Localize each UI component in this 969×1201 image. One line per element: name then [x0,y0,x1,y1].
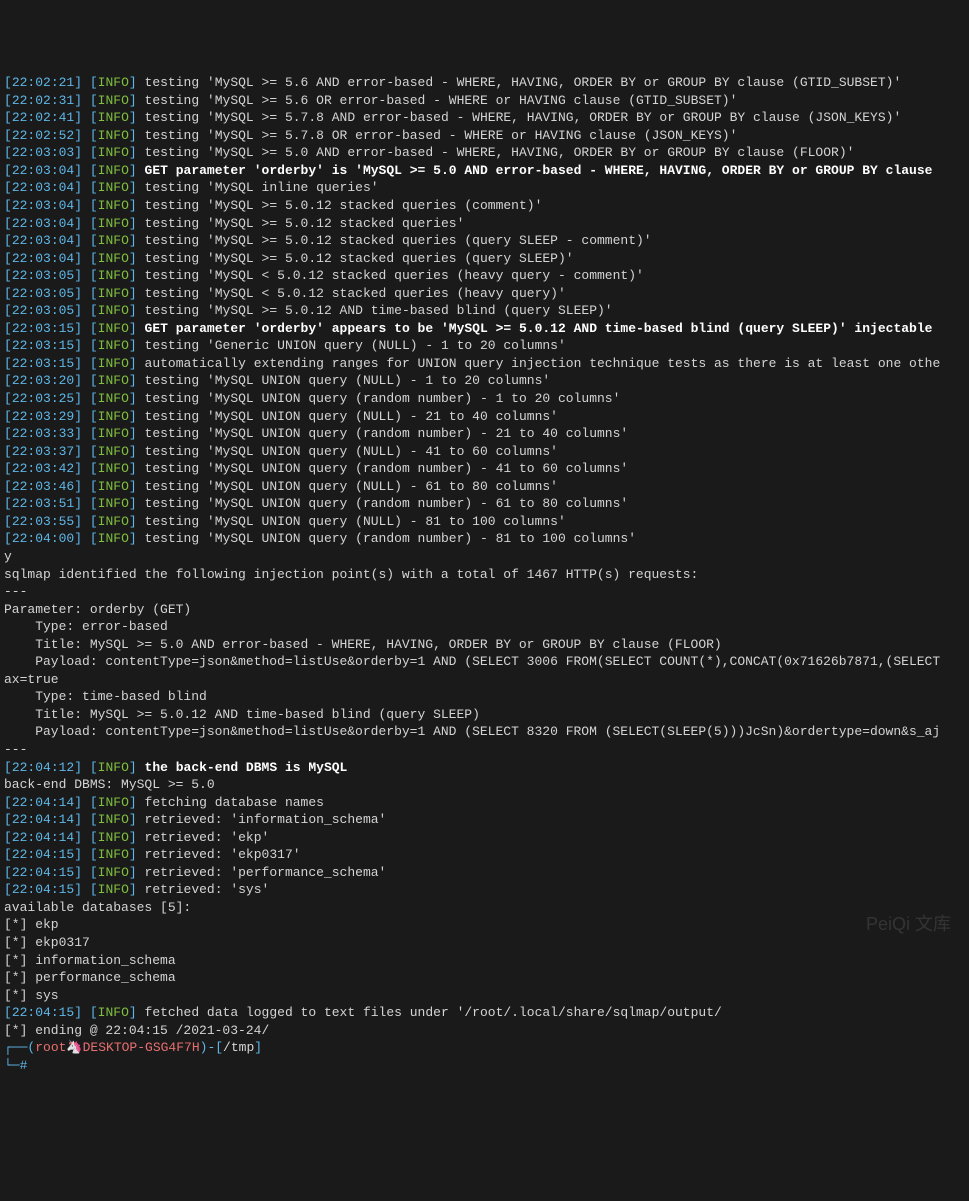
log-line: [22:03:42] [INFO] testing 'MySQL UNION q… [4,460,965,478]
log-line: [22:02:31] [INFO] testing 'MySQL >= 5.6 … [4,92,965,110]
shell-prompt-line2[interactable]: └─# [4,1057,965,1075]
log-line: [22:02:41] [INFO] testing 'MySQL >= 5.7.… [4,109,965,127]
output-line: Title: MySQL >= 5.0.12 AND time-based bl… [4,706,965,724]
output-line: back-end DBMS: MySQL >= 5.0 [4,776,965,794]
log-line: [22:03:51] [INFO] testing 'MySQL UNION q… [4,495,965,513]
log-line: [22:03:04] [INFO] testing 'MySQL >= 5.0.… [4,197,965,215]
log-line: [22:03:55] [INFO] testing 'MySQL UNION q… [4,513,965,531]
output-line: Type: error-based [4,618,965,636]
log-line: [22:03:04] [INFO] GET parameter 'orderby… [4,162,965,180]
shell-prompt[interactable]: ┌──(root🦄DESKTOP-GSG4F7H)-[/tmp] [4,1039,965,1057]
output-line: y [4,548,965,566]
db-list-item: [*] sys [4,987,965,1005]
output-line: Payload: contentType=json&method=listUse… [4,653,965,671]
output-line: --- [4,583,965,601]
log-line: [22:03:20] [INFO] testing 'MySQL UNION q… [4,372,965,390]
output-line: ax=true [4,671,965,689]
output-line: sqlmap identified the following injectio… [4,566,965,584]
log-line: [22:04:14] [INFO] retrieved: 'ekp' [4,829,965,847]
log-line: [22:04:15] [INFO] retrieved: 'performanc… [4,864,965,882]
db-list-item: [*] ekp0317 [4,934,965,952]
log-line: [22:04:15] [INFO] retrieved: 'sys' [4,881,965,899]
output-line: Type: time-based blind [4,688,965,706]
log-line: [22:03:46] [INFO] testing 'MySQL UNION q… [4,478,965,496]
ending-line: [*] ending @ 22:04:15 /2021-03-24/ [4,1022,965,1040]
output-line: --- [4,741,965,759]
log-line: [22:03:04] [INFO] testing 'MySQL inline … [4,179,965,197]
db-list-item: [*] performance_schema [4,969,965,987]
log-line: [22:04:14] [INFO] fetching database name… [4,794,965,812]
log-line: [22:02:52] [INFO] testing 'MySQL >= 5.7.… [4,127,965,145]
log-line: [22:03:05] [INFO] testing 'MySQL < 5.0.1… [4,285,965,303]
output-line: Payload: contentType=json&method=listUse… [4,723,965,741]
log-line: [22:03:03] [INFO] testing 'MySQL >= 5.0 … [4,144,965,162]
log-line: [22:03:15] [INFO] GET parameter 'orderby… [4,320,965,338]
log-line: [22:04:14] [INFO] retrieved: 'informatio… [4,811,965,829]
log-line: [22:03:04] [INFO] testing 'MySQL >= 5.0.… [4,250,965,268]
log-line: [22:03:29] [INFO] testing 'MySQL UNION q… [4,408,965,426]
log-line: [22:03:15] [INFO] automatically extendin… [4,355,965,373]
log-line: [22:04:00] [INFO] testing 'MySQL UNION q… [4,530,965,548]
output-line: Title: MySQL >= 5.0 AND error-based - WH… [4,636,965,654]
log-line: [22:03:15] [INFO] testing 'Generic UNION… [4,337,965,355]
db-list-item: [*] information_schema [4,952,965,970]
log-line: [22:03:04] [INFO] testing 'MySQL >= 5.0.… [4,215,965,233]
log-line: [22:04:15] [INFO] retrieved: 'ekp0317' [4,846,965,864]
log-line: [22:03:33] [INFO] testing 'MySQL UNION q… [4,425,965,443]
log-line: [22:03:05] [INFO] testing 'MySQL >= 5.0.… [4,302,965,320]
db-header: available databases [5]: [4,899,965,917]
output-line: Parameter: orderby (GET) [4,601,965,619]
log-line: [22:02:21] [INFO] testing 'MySQL >= 5.6 … [4,74,965,92]
log-line: [22:03:25] [INFO] testing 'MySQL UNION q… [4,390,965,408]
log-line: [22:03:37] [INFO] testing 'MySQL UNION q… [4,443,965,461]
terminal-output[interactable]: [22:02:21] [INFO] testing 'MySQL >= 5.6 … [4,74,965,1074]
log-line: [22:04:15] [INFO] fetched data logged to… [4,1004,965,1022]
log-line: [22:03:04] [INFO] testing 'MySQL >= 5.0.… [4,232,965,250]
log-line: [22:04:12] [INFO] the back-end DBMS is M… [4,759,965,777]
db-list-item: [*] ekp [4,916,965,934]
log-line: [22:03:05] [INFO] testing 'MySQL < 5.0.1… [4,267,965,285]
